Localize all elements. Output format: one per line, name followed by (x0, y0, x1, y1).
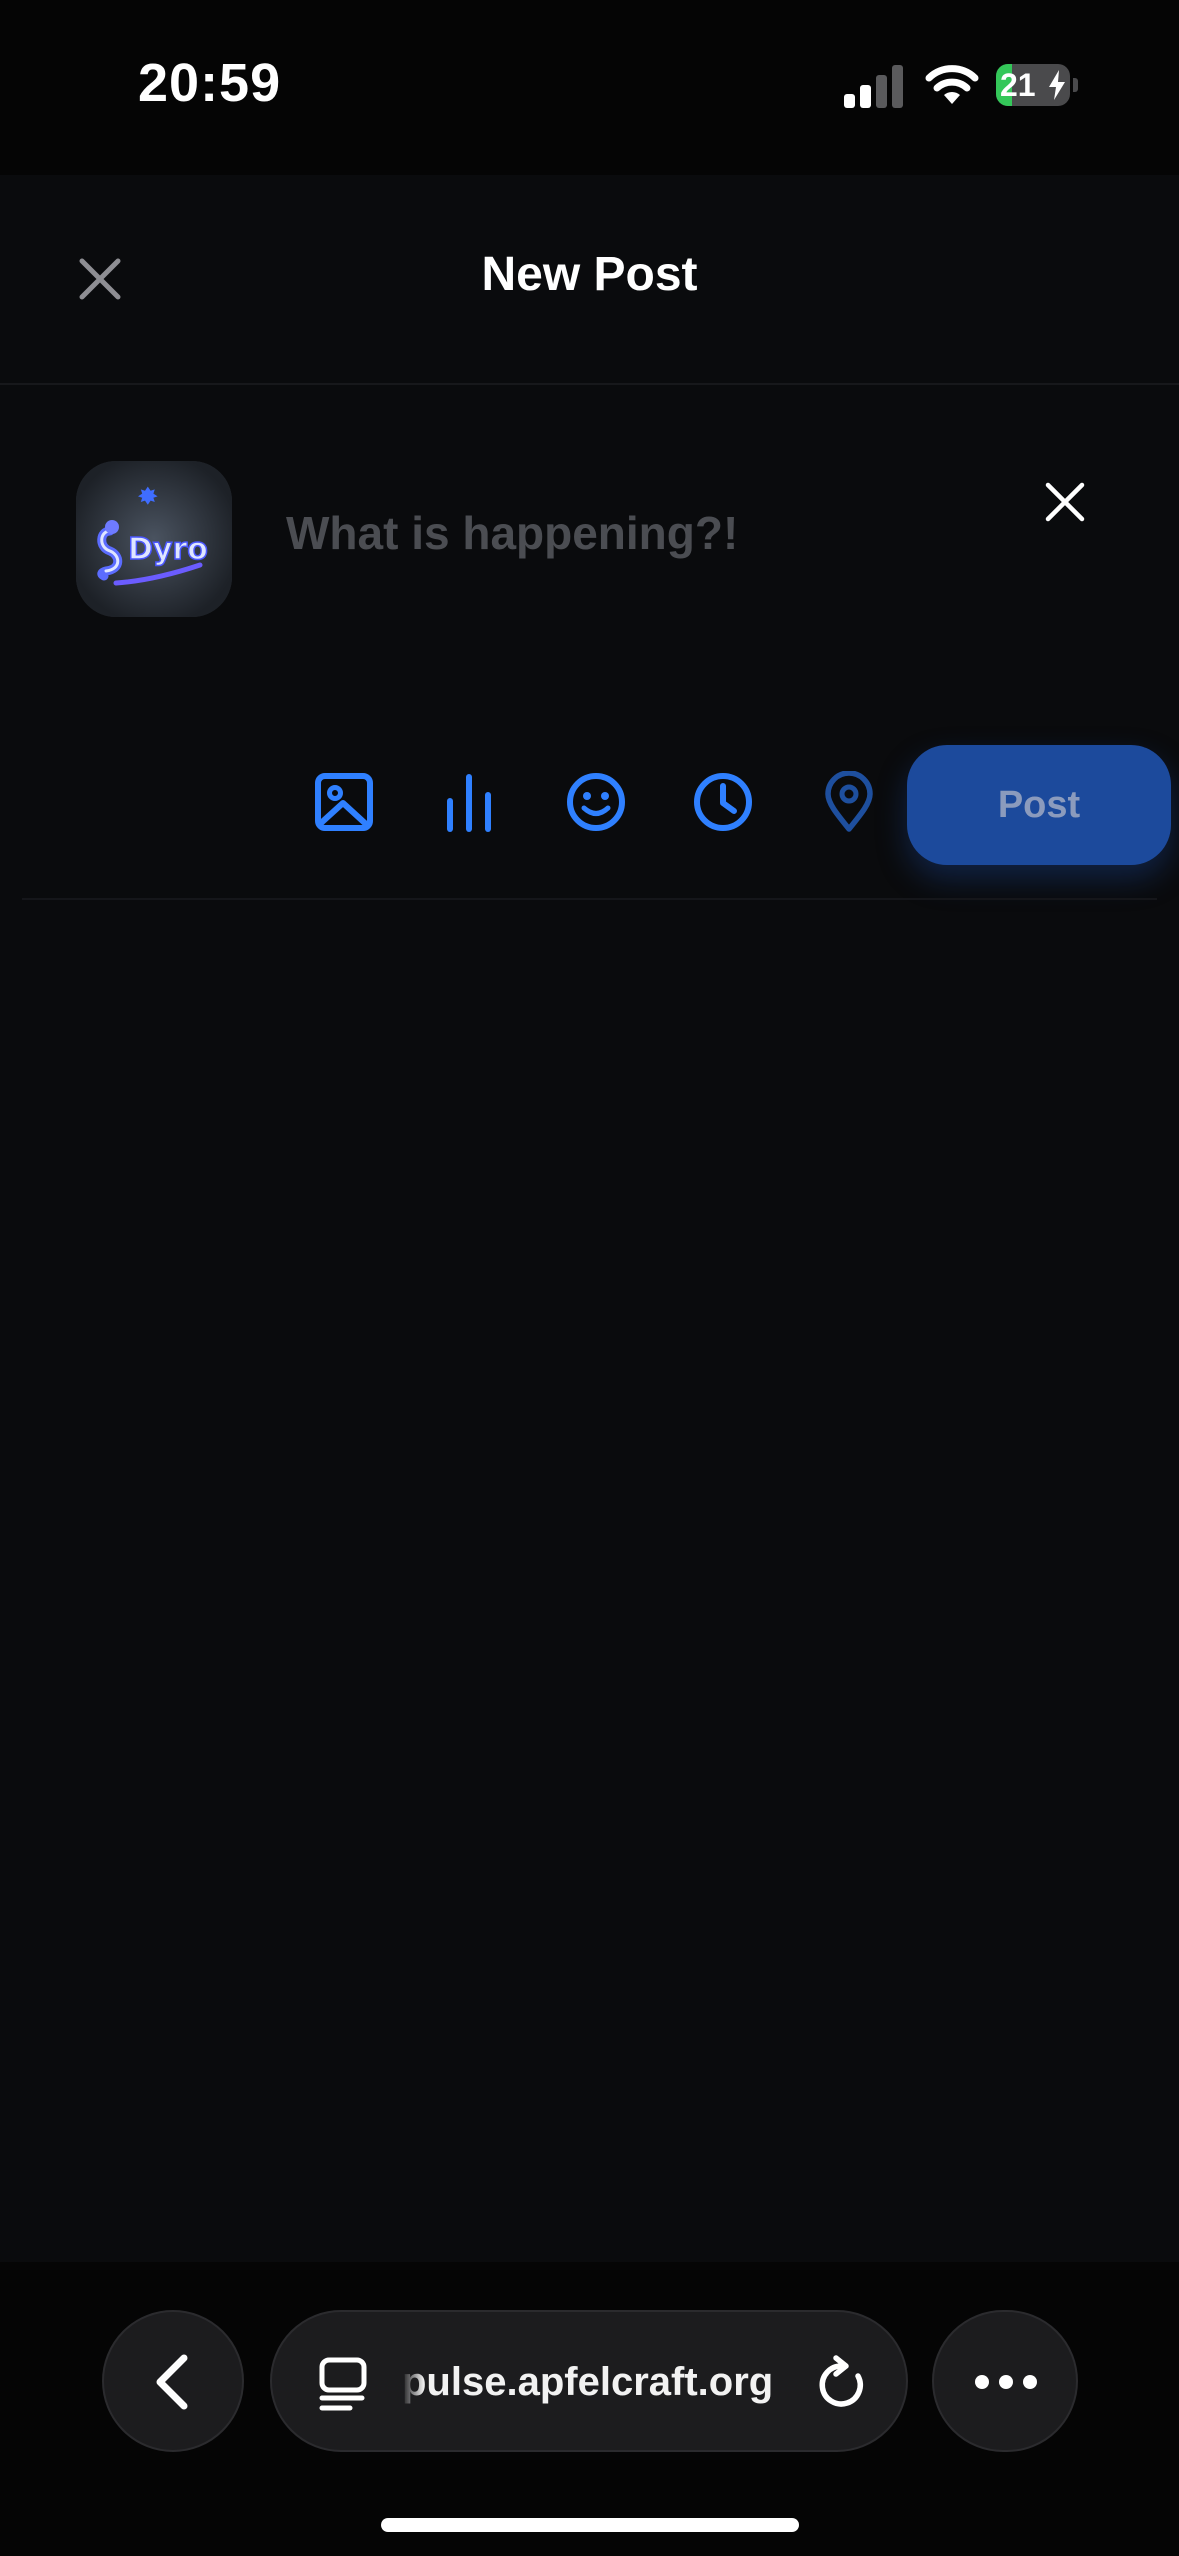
add-poll-button[interactable] (438, 771, 500, 833)
reload-icon[interactable] (814, 2354, 872, 2412)
tabs-icon[interactable] (316, 2356, 372, 2412)
poll-icon (447, 774, 491, 832)
cellular-signal-icon (844, 65, 903, 108)
post-composer: Dyro What is happening?! Post (0, 385, 1179, 900)
add-emoji-button[interactable] (565, 771, 627, 833)
chevron-left-icon (156, 2354, 188, 2410)
battery-level: 21 (1000, 67, 1036, 103)
image-icon (315, 773, 373, 831)
battery-tip (1073, 78, 1078, 92)
post-button[interactable]: Post (907, 745, 1171, 865)
home-indicator[interactable] (381, 2518, 799, 2532)
screen: 20:59 21 New Post Dyro What is happening… (0, 0, 1179, 2556)
schedule-post-button[interactable] (692, 771, 754, 833)
composer-toolbar: Post (0, 725, 1179, 865)
avatar-logo: Dyro (76, 461, 232, 617)
emoji-icon (567, 773, 625, 831)
page-title: New Post (481, 248, 698, 301)
battery-body: 21 (996, 64, 1070, 106)
more-options-button[interactable] (932, 2310, 1078, 2452)
browser-toolbar: pulse.apfelcraft.org (0, 2262, 1179, 2556)
battery-indicator: 21 (996, 64, 1078, 106)
post-text-input[interactable] (286, 495, 1006, 571)
back-button[interactable] (102, 2310, 244, 2452)
add-image-button[interactable] (313, 771, 375, 833)
status-bar: 20:59 21 (0, 0, 1179, 175)
ellipsis-icon (975, 2375, 1037, 2389)
url-text: pulse.apfelcraft.org (402, 2360, 774, 2404)
wifi-icon (925, 65, 979, 104)
clock-icon (694, 773, 752, 831)
address-bar[interactable]: pulse.apfelcraft.org (270, 2310, 908, 2452)
avatar[interactable]: Dyro (76, 461, 232, 617)
divider (22, 898, 1157, 900)
avatar-text: Dyro (128, 532, 208, 567)
location-pin-icon (825, 770, 873, 832)
close-icon[interactable] (1040, 477, 1090, 527)
add-location-button[interactable] (818, 770, 880, 833)
status-time: 20:59 (138, 53, 282, 113)
header: New Post (0, 175, 1179, 385)
bolt-icon (1049, 70, 1065, 100)
